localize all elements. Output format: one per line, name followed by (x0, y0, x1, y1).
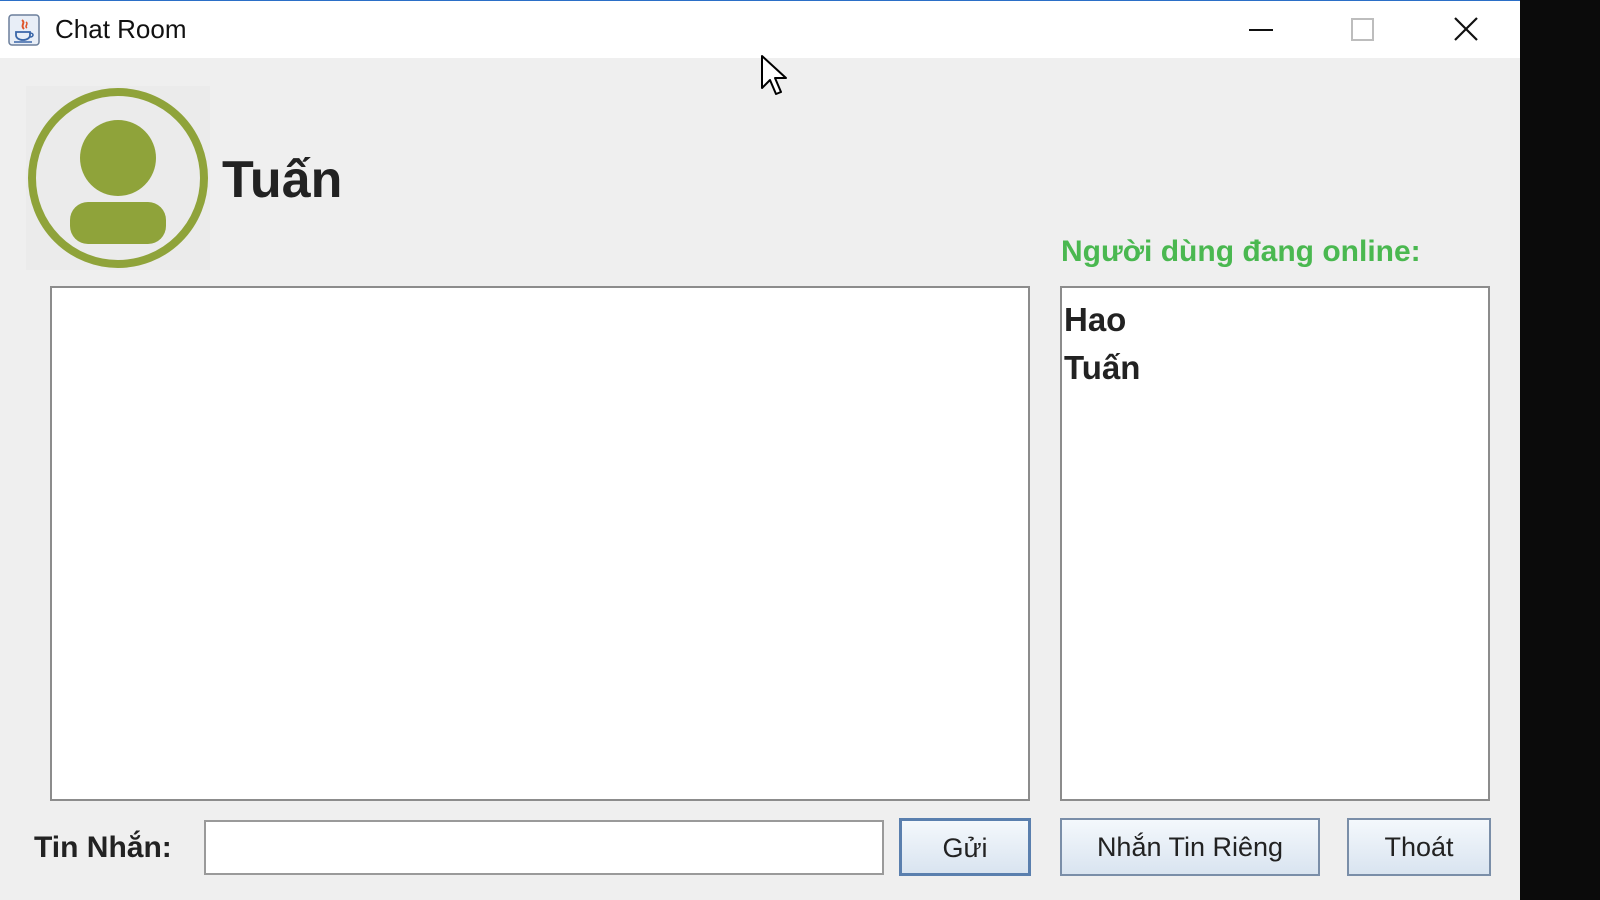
close-button[interactable] (1431, 9, 1501, 51)
online-users-list[interactable]: Hao Tuấn (1060, 286, 1490, 801)
user-avatar-icon (26, 86, 210, 270)
message-input[interactable] (204, 820, 884, 875)
title-bar[interactable]: Chat Room (0, 0, 1520, 58)
chat-room-window: Chat Room Tuấn Người dùng đang online: H… (0, 0, 1520, 900)
window-title: Chat Room (55, 14, 187, 44)
online-user-item[interactable]: Tuấn (1064, 344, 1486, 392)
private-message-button[interactable]: Nhắn Tin Riêng (1060, 818, 1320, 876)
current-username: Tuấn (222, 151, 343, 209)
send-button[interactable]: Gửi (899, 818, 1031, 876)
minimize-icon (1249, 29, 1273, 31)
exit-button[interactable]: Thoát (1347, 818, 1491, 876)
close-icon (1454, 17, 1478, 41)
message-label: Tin Nhắn: (34, 831, 172, 864)
online-user-item[interactable]: Hao (1064, 296, 1486, 344)
maximize-button[interactable] (1327, 9, 1397, 51)
mouse-cursor-icon (760, 54, 792, 100)
chat-messages-area[interactable] (50, 286, 1030, 801)
online-users-label: Người dùng đang online: (1061, 235, 1421, 268)
content-pane: Tuấn Người dùng đang online: Hao Tuấn Ti… (0, 58, 1520, 900)
java-app-icon (8, 14, 40, 46)
minimize-button[interactable] (1226, 9, 1296, 51)
maximize-icon (1351, 18, 1374, 41)
